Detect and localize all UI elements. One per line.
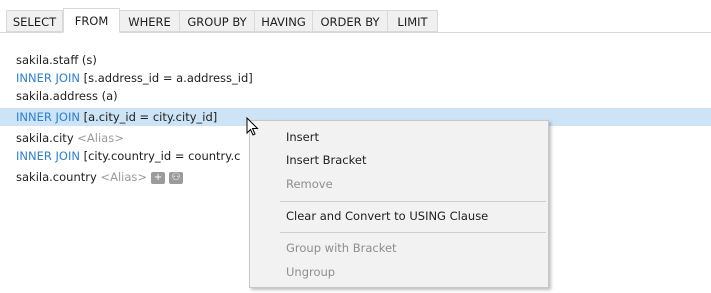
add-table-icon[interactable]: +: [151, 171, 166, 184]
menu-item-insert[interactable]: Insert: [250, 126, 548, 148]
clause-tab-bar: SELECT FROM WHERE GROUP BY HAVING ORDER …: [0, 0, 711, 33]
columns-icon[interactable]: ⚇: [169, 171, 184, 184]
table-name: sakila.country: [16, 170, 101, 184]
tab-group-by[interactable]: GROUP BY: [180, 10, 255, 32]
join-condition[interactable]: [city.country_id = country.c: [80, 149, 241, 163]
mouse-cursor-icon: [246, 117, 259, 136]
menu-item-remove[interactable]: Remove: [250, 173, 548, 195]
menu-separator: [280, 232, 546, 233]
menu-item-insert-bracket[interactable]: Insert Bracket: [250, 149, 548, 171]
table-row-address[interactable]: sakila.address (a): [0, 87, 711, 105]
join-keyword[interactable]: INNER JOIN: [16, 149, 80, 163]
tab-limit[interactable]: LIMIT: [388, 10, 438, 32]
tab-order-by[interactable]: ORDER BY: [313, 10, 388, 32]
tab-where[interactable]: WHERE: [120, 10, 180, 32]
menu-item-group-with-bracket[interactable]: Group with Bracket: [250, 237, 548, 259]
join-condition[interactable]: [s.address_id = a.address_id]: [80, 71, 253, 85]
menu-separator: [280, 201, 546, 202]
alias-placeholder[interactable]: <Alias>: [100, 170, 147, 184]
context-menu: Insert Insert Bracket Remove Clear and C…: [249, 120, 549, 288]
table-row-staff[interactable]: sakila.staff (s): [0, 51, 711, 69]
table-name: sakila.address (a): [16, 89, 118, 103]
join-keyword[interactable]: INNER JOIN: [16, 110, 80, 124]
table-name: sakila.staff (s): [16, 53, 97, 67]
join-condition[interactable]: [a.city_id = city.city_id]: [80, 110, 218, 124]
tab-having[interactable]: HAVING: [255, 10, 313, 32]
alias-placeholder[interactable]: <Alias>: [77, 131, 124, 145]
table-name: sakila.city: [16, 131, 78, 145]
join-row-address[interactable]: INNER JOIN [s.address_id = a.address_id]: [0, 69, 711, 87]
menu-item-clear-convert-using[interactable]: Clear and Convert to USING Clause: [250, 205, 548, 227]
join-keyword[interactable]: INNER JOIN: [16, 71, 80, 85]
tab-from[interactable]: FROM: [63, 8, 120, 33]
menu-item-ungroup[interactable]: Ungroup: [250, 261, 548, 283]
tab-select[interactable]: SELECT: [6, 10, 63, 32]
